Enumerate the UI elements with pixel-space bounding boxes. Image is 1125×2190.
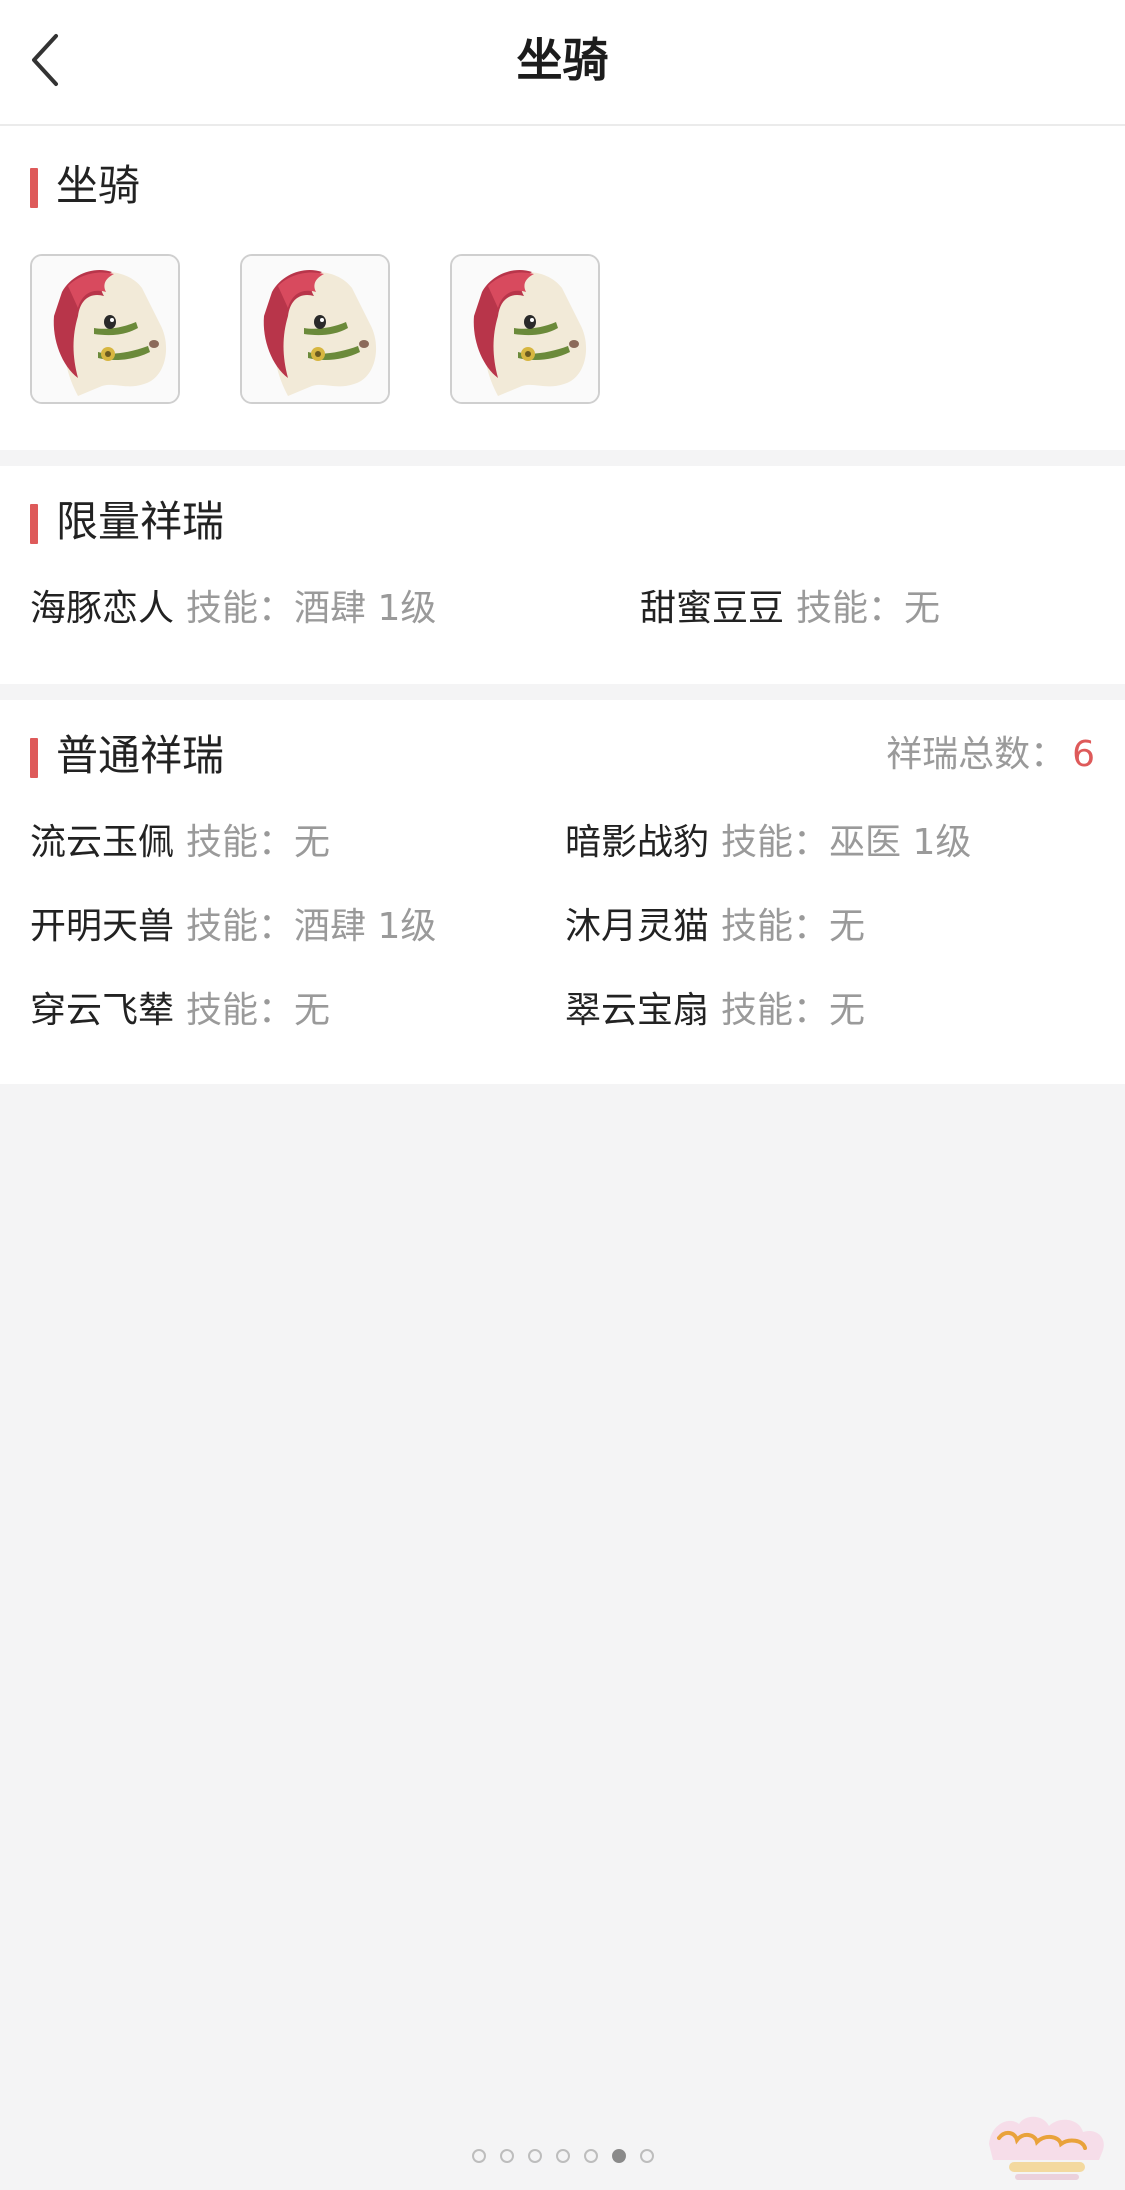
skill-value: 无 [294, 822, 331, 863]
section-title: 坐骑 [56, 161, 141, 210]
horse-mount-icon [32, 256, 178, 402]
skill-label: 技能： [186, 588, 295, 629]
skill-label: 技能： [721, 906, 830, 947]
section-accent-bar [30, 504, 38, 544]
mounts-card: 坐骑 [0, 126, 1125, 450]
horse-mount-icon [452, 256, 598, 402]
list-item: 穿云飞辇 技能：无 [30, 986, 330, 1036]
list-item: 暗影战豹 技能：巫医 1级 [565, 818, 971, 868]
section-accent-bar [30, 168, 38, 208]
skill-label: 技能： [186, 822, 295, 863]
game-logo-watermark [989, 2116, 1104, 2180]
item-name: 穿云飞辇 [30, 990, 175, 1031]
skill-value: 无 [294, 990, 331, 1031]
skill-label: 技能： [721, 822, 830, 863]
section-accent-bar [30, 738, 38, 778]
skill-value: 无 [904, 588, 941, 629]
mount-item[interactable] [240, 254, 390, 404]
mount-item[interactable] [450, 254, 600, 404]
list-item: 沐月灵猫 技能：无 [565, 902, 865, 952]
page-indicator [0, 2149, 1125, 2163]
skill-value: 巫医 1级 [829, 822, 972, 863]
page-title: 坐骑 [516, 33, 609, 87]
section-title: 普通祥瑞 [56, 731, 225, 780]
page-dot[interactable] [639, 2149, 654, 2163]
skill-label: 技能： [186, 906, 295, 947]
section-title: 限量祥瑞 [56, 497, 225, 546]
skill-label: 技能： [796, 588, 905, 629]
skill-label: 技能： [186, 990, 295, 1031]
item-name: 暗影战豹 [565, 822, 710, 863]
item-name: 开明天兽 [30, 906, 175, 947]
item-name: 海豚恋人 [30, 588, 175, 629]
total-count: 6 [1072, 734, 1095, 775]
list-item: 海豚恋人 技能：酒肆 1级 [30, 584, 436, 634]
skill-label: 技能： [721, 990, 830, 1031]
skill-value: 无 [829, 906, 866, 947]
list-item: 翠云宝扇 技能：无 [565, 986, 865, 1036]
list-item: 流云玉佩 技能：无 [30, 818, 330, 868]
skill-value: 酒肆 1级 [294, 906, 437, 947]
item-name: 甜蜜豆豆 [640, 588, 785, 629]
skill-value: 酒肆 1级 [294, 588, 437, 629]
page-dot[interactable] [583, 2149, 598, 2163]
horse-mount-icon [242, 256, 388, 402]
mount-item[interactable] [30, 254, 180, 404]
limited-auspicious-card: 限量祥瑞 海豚恋人 技能：酒肆 1级 甜蜜豆豆 技能：无 [0, 466, 1125, 684]
page-dot[interactable] [527, 2149, 542, 2163]
page-dot-active[interactable] [611, 2149, 626, 2163]
item-name: 流云玉佩 [30, 822, 175, 863]
total-label: 祥瑞总数： [886, 734, 1067, 775]
list-item: 开明天兽 技能：酒肆 1级 [30, 902, 436, 952]
item-name: 翠云宝扇 [565, 990, 710, 1031]
page-dot[interactable] [555, 2149, 570, 2163]
item-name: 沐月灵猫 [565, 906, 710, 947]
list-item: 甜蜜豆豆 技能：无 [640, 584, 940, 634]
page-dot[interactable] [499, 2149, 514, 2163]
page-dot[interactable] [471, 2149, 486, 2163]
normal-auspicious-card: 普通祥瑞 祥瑞总数： 6 流云玉佩 技能：无 暗影战豹 技能：巫医 1级 开明天兽 技能… [0, 700, 1125, 1084]
auspicious-total: 祥瑞总数： 6 [886, 730, 1095, 780]
skill-value: 无 [829, 990, 866, 1031]
nav-bar: 坐骑 [0, 0, 1125, 126]
